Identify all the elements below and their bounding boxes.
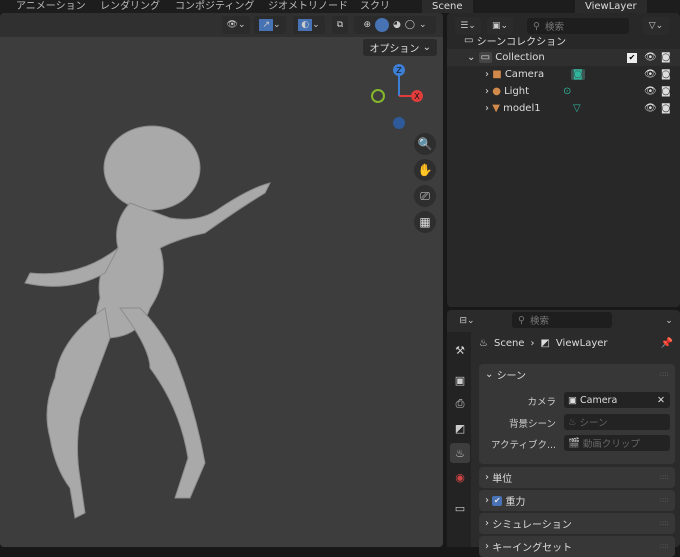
clear-x-icon[interactable]: ✕ <box>657 395 665 406</box>
scene-panel-header[interactable]: ⌄ シーン:::: <box>479 364 675 385</box>
active-clip-field[interactable]: 🎬 動画クリップ <box>564 435 670 451</box>
pin-icon[interactable]: 📌 <box>661 338 673 349</box>
outliner: ☰⌄ ▣⌄ ⚲ 検索 ▽⌄ ▭ シーンコレクション ⌄ ▭ Collection … <box>447 13 680 307</box>
tool-tab-icon[interactable]: ⚒ <box>450 340 470 360</box>
scene-collection-label: シーンコレクション <box>476 37 567 48</box>
background-scene-label: 背景シーン <box>508 419 556 430</box>
render-camera-icon[interactable]: ◙ <box>661 86 671 97</box>
panel-title: 重力 <box>505 497 526 508</box>
eye-icon[interactable]: 👁 <box>644 69 657 80</box>
properties-tabs: ⚒ ▣ ⎙ ◩ ♨ ◉ ▭ <box>447 332 471 547</box>
chevron-down-icon[interactable]: ⌄ <box>467 52 475 63</box>
menu-rendering[interactable]: レンダリング <box>100 0 160 13</box>
viewlayer-selector[interactable]: ViewLayer <box>575 0 647 13</box>
3d-viewport[interactable]: 👁⌄ ↗ ⌄ ◐ ⌄ ⧉ ⊕ ◕ ◯ ⌄ オプション ⌄ Z X 🔍 ✋ ⎚ ▦ <box>0 13 443 547</box>
view-layer-tab-icon[interactable]: ◩ <box>450 418 470 438</box>
eye-icon[interactable]: 👁 <box>644 103 657 114</box>
scene-icon: ♨ <box>479 338 488 349</box>
navigation-gizmo[interactable]: Z X <box>362 63 432 133</box>
active-clip-label: アクティブク... <box>490 440 556 451</box>
x-axis-label: X <box>414 92 420 101</box>
breadcrumb: ♨ Scene › ◩ ViewLayer 📌 <box>479 338 673 349</box>
mesh-data-icon[interactable]: ▽ <box>573 103 581 114</box>
collection-label: Collection <box>495 52 545 63</box>
figure-head <box>103 125 201 211</box>
menu-geometry-nodes[interactable]: ジオメトリノード <box>268 0 348 13</box>
camera-object-icon: ■ <box>492 69 502 80</box>
figure-left-leg <box>46 307 111 519</box>
background-scene-field[interactable]: ♨ シーン <box>564 414 670 430</box>
panel-title: シミュレーション <box>492 520 572 531</box>
breadcrumb-scene: Scene <box>493 338 525 349</box>
camera-view-icon[interactable]: ⎚ <box>414 185 436 207</box>
editor-type-dropdown[interactable]: ⊟⌄ <box>455 312 479 330</box>
search-icon: ⚲ <box>518 314 525 326</box>
eye-icon[interactable]: 👁 <box>644 52 657 63</box>
collection-tab-icon[interactable]: ▭ <box>450 498 470 518</box>
collection-row[interactable]: ⌄ ▭ Collection ✔ 👁 ◙ <box>447 49 680 66</box>
collection-box-icon: ▭ <box>464 35 474 46</box>
camera-field[interactable]: ▣ Camera ✕ <box>564 392 670 408</box>
outliner-item-camera[interactable]: › ■ Camera ◙ 👁 ◙ <box>447 66 680 83</box>
menu-animation[interactable]: アニメーション <box>16 0 86 13</box>
render-camera-icon[interactable]: ◙ <box>661 69 671 80</box>
search-placeholder: 検索 <box>529 316 549 327</box>
scene-collection-row[interactable]: ▭ シーンコレクション <box>447 32 680 49</box>
outliner-item-light[interactable]: › ● Light ⊙ 👁 ◙ <box>447 83 680 100</box>
panel-title: 単位 <box>492 474 513 485</box>
outliner-item-model1[interactable]: › ▼ model1 ▽ 👁 ◙ <box>447 100 680 117</box>
viewlayer-icon: ◩ <box>540 338 550 349</box>
units-panel[interactable]: › 単位:::: <box>479 467 675 488</box>
menu-compositing[interactable]: コンポジティング <box>175 0 254 13</box>
light-bulb-icon: ● <box>492 86 501 97</box>
options-chevron[interactable]: ⌄ <box>661 312 677 330</box>
chevron-right-icon[interactable]: › <box>485 103 489 114</box>
properties-search-input[interactable]: ⚲ 検索 <box>512 312 612 328</box>
output-tab-icon[interactable]: ⎙ <box>450 394 470 414</box>
render-camera-icon[interactable]: ◙ <box>661 52 671 63</box>
light-data-icon[interactable]: ⊙ <box>563 86 571 97</box>
z-axis-label: Z <box>396 66 402 75</box>
chevron-right-icon[interactable]: › <box>485 86 489 97</box>
item-label: Light <box>504 86 530 97</box>
camera-data-icon[interactable]: ◙ <box>571 69 585 80</box>
background-scene-placeholder: シーン <box>579 418 608 429</box>
properties-editor: ⊟⌄ ⚲ 検索 ⌄ ⚒ ▣ ⎙ ◩ ♨ ◉ ▭ ♨ Scene › ◩ ViewLayer… <box>447 310 680 557</box>
scene-tab-icon[interactable]: ♨ <box>450 443 470 463</box>
eye-icon[interactable]: 👁 <box>644 86 657 97</box>
perspective-grid-icon[interactable]: ▦ <box>414 211 436 233</box>
camera-value: Camera <box>580 394 618 406</box>
search-icon: ⚲ <box>533 20 540 32</box>
world-tab-icon[interactable]: ◉ <box>450 467 470 487</box>
collection-icon: ▭ <box>478 52 493 63</box>
zoom-icon[interactable]: 🔍 <box>414 133 436 155</box>
search-placeholder: 検索 <box>544 22 564 33</box>
item-label: model1 <box>503 103 541 114</box>
figure-right-leg <box>119 307 206 499</box>
exclude-checkbox[interactable]: ✔ <box>627 52 637 63</box>
item-label: Camera <box>504 69 545 80</box>
render-camera-icon[interactable]: ◙ <box>661 103 671 114</box>
camera-label: カメラ <box>527 397 556 408</box>
menu-scripting[interactable]: スクリ <box>360 0 390 13</box>
scene-selector[interactable]: Scene <box>422 0 473 13</box>
gravity-checkbox[interactable]: ✔ <box>492 495 503 506</box>
pan-hand-icon[interactable]: ✋ <box>414 159 436 181</box>
gravity-panel[interactable]: › ✔ 重力:::: <box>479 490 675 511</box>
panel-title: シーン <box>496 371 527 382</box>
active-clip-placeholder: 動画クリップ <box>582 439 640 450</box>
chevron-right-icon[interactable]: › <box>485 69 489 80</box>
render-tab-icon[interactable]: ▣ <box>450 370 470 390</box>
mesh-object-icon: ▼ <box>492 103 500 114</box>
figure-torso-arms <box>95 182 271 339</box>
breadcrumb-viewlayer: ViewLayer <box>555 338 608 349</box>
scene-panel: ⌄ シーン:::: カメラ ▣ Camera ✕ 背景シーン ♨ シーン アクティ… <box>479 364 675 464</box>
simulation-panel[interactable]: › シミュレーション:::: <box>479 513 675 534</box>
top-menu-bar: アニメーション レンダリング コンポジティング ジオメトリノード スクリ Sce… <box>0 0 680 13</box>
